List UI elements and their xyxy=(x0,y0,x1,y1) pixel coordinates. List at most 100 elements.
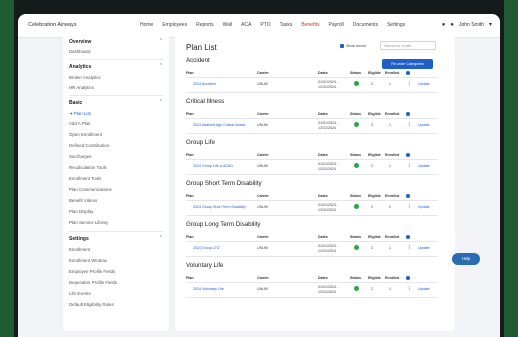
sidebar-item-add-a-plan[interactable]: Add A Plan xyxy=(69,121,90,126)
more-vertical-icon[interactable]: ⋮ xyxy=(407,163,412,169)
row-divider xyxy=(186,297,438,298)
row-divider xyxy=(186,133,438,134)
chevron-up-icon[interactable]: ⌃ xyxy=(159,63,163,69)
chevron-up-icon[interactable]: ⌃ xyxy=(159,99,163,105)
more-vertical-icon[interactable]: ⋮ xyxy=(407,286,412,292)
bell-icon[interactable]: ● xyxy=(442,22,446,28)
nav-benefits[interactable]: Benefits xyxy=(301,22,319,28)
more-vertical-icon[interactable]: ⋮ xyxy=(407,122,412,128)
sidebar-section-basic[interactable]: Basic xyxy=(69,100,82,106)
col-header-status: Status xyxy=(350,276,361,280)
chevron-down-icon[interactable]: ▾ xyxy=(489,21,492,28)
enrolled-count: 1 xyxy=(389,123,391,127)
brand-name[interactable]: Celebration Airways xyxy=(28,22,77,28)
plan-link[interactable]: 2024 Group LTD xyxy=(193,246,220,250)
sidebar-item-recalculation-tools[interactable]: Recalculation Tools xyxy=(69,165,107,170)
pin-icon[interactable]: ● xyxy=(450,22,454,28)
sidebar-section-analytics[interactable]: Analytics xyxy=(69,64,91,70)
nav-pto[interactable]: PTO xyxy=(260,22,270,28)
header-divider xyxy=(186,118,438,119)
chevron-up-icon[interactable]: ⌃ xyxy=(159,38,163,44)
status-check-icon xyxy=(354,286,359,291)
sidebar-item-defined-contribution[interactable]: Defined Contribution xyxy=(69,143,109,148)
info-icon[interactable] xyxy=(406,235,410,239)
carrier-cell: UNUM xyxy=(257,287,268,291)
sidebar-divider xyxy=(69,95,163,96)
more-vertical-icon[interactable]: ⋮ xyxy=(407,81,412,87)
reorder-categories-button[interactable]: Re-order Categories xyxy=(382,59,433,69)
status-check-icon xyxy=(354,122,359,127)
sidebar-item-benefit-videos[interactable]: Benefit Videos xyxy=(69,198,97,203)
nav-tasks[interactable]: Tasks xyxy=(280,22,293,28)
update-link[interactable]: Update xyxy=(418,123,430,127)
date-end: 12/31/2024 xyxy=(318,166,336,171)
info-icon[interactable] xyxy=(406,194,410,198)
nav-payroll[interactable]: Payroll xyxy=(328,22,343,28)
row-divider xyxy=(186,174,438,175)
sidebar-item-plan-communications[interactable]: Plan Communications xyxy=(69,187,112,192)
plan-link[interactable]: 2024 Group Life & AD&D xyxy=(193,164,233,168)
sidebar-item-broker-analytics[interactable]: Broker Analytics xyxy=(69,75,100,80)
col-header-enrolled: Enrolled xyxy=(385,276,400,280)
sidebar-item-dashboard[interactable]: Dashboard xyxy=(69,49,90,54)
sidebar-item-enrollment[interactable]: Enrollment xyxy=(69,247,90,252)
info-icon[interactable] xyxy=(406,276,410,280)
eligible-count: 2 xyxy=(371,205,373,209)
sidebar-section-settings[interactable]: Settings xyxy=(69,236,89,242)
sidebar-item-plan-service-library[interactable]: Plan Service Library xyxy=(69,220,108,225)
sidebar-item-dependent-profile-fields[interactable]: Dependent Profile Fields xyxy=(69,280,117,285)
checkbox-icon[interactable] xyxy=(340,44,344,48)
sidebar-item-open-enrollment[interactable]: Open Enrollment xyxy=(69,132,102,137)
sidebar-section-overview[interactable]: Overview xyxy=(69,39,91,45)
carrier-cell: UNUM xyxy=(257,123,268,127)
sidebar-item-hr-analytics[interactable]: HR Analytics xyxy=(69,85,94,90)
plan-link[interactable]: 2024 Group Short Term Disability xyxy=(193,205,246,209)
nav-settings[interactable]: Settings xyxy=(387,22,405,28)
update-link[interactable]: Update xyxy=(418,164,430,168)
plan-link[interactable]: 2024 Voluntary Life xyxy=(193,287,224,291)
update-link[interactable]: Update xyxy=(418,246,430,250)
col-header-status: Status xyxy=(350,194,361,198)
sidebar-item-plan-list[interactable]: ➜ Plan List xyxy=(69,111,91,117)
nav-wall[interactable]: Wall xyxy=(223,22,233,28)
user-area: ● ● John Smith ▾ xyxy=(442,21,492,29)
sidebar-item-enrollment-window[interactable]: Enrollment Window xyxy=(69,258,107,263)
sidebar-item-default-eligibility-rules[interactable]: Default Eligibility Rules xyxy=(69,302,114,307)
more-vertical-icon[interactable]: ⋮ xyxy=(407,204,412,210)
category-title: Group Long Term Disability xyxy=(186,221,261,228)
nav-employees[interactable]: Employees xyxy=(162,22,187,28)
chevron-up-icon[interactable]: ⌃ xyxy=(159,235,163,241)
sidebar-item-surcharges[interactable]: Surcharges xyxy=(69,154,91,159)
nav-home[interactable]: Home xyxy=(140,22,153,28)
category-title: Group Short Term Disability xyxy=(186,180,262,187)
enrolled-count: 1 xyxy=(389,287,391,291)
header-divider xyxy=(186,200,438,201)
update-link[interactable]: Update xyxy=(418,287,430,291)
show-recent-toggle[interactable]: Show recent xyxy=(340,44,366,48)
date-end: 12/31/2024 xyxy=(318,289,336,294)
sidebar-item-employee-profile-fields[interactable]: Employee Profile Fields xyxy=(69,269,115,274)
col-header-dates: Dates xyxy=(318,153,328,157)
sidebar-item-life-events[interactable]: Life Events xyxy=(69,291,91,296)
col-header-plan: Plan xyxy=(186,112,194,116)
user-menu[interactable]: John Smith xyxy=(459,22,484,28)
info-icon[interactable] xyxy=(406,71,410,75)
col-header-enrolled: Enrolled xyxy=(385,71,400,75)
sidebar-item-enrollment-tools[interactable]: Enrollment Tools xyxy=(69,176,101,181)
col-header-plan: Plan xyxy=(186,153,194,157)
more-vertical-icon[interactable]: ⋮ xyxy=(407,245,412,251)
status-check-icon xyxy=(354,204,359,209)
info-icon[interactable] xyxy=(406,112,410,116)
plan-link[interactable]: 2024 Accident xyxy=(193,82,216,86)
nav-documents[interactable]: Documents xyxy=(353,22,378,28)
search-input[interactable]: Search for a plan... xyxy=(380,41,436,50)
update-link[interactable]: Update xyxy=(418,82,430,86)
sidebar-item-plan-display[interactable]: Plan Display xyxy=(69,209,93,214)
nav-aca[interactable]: ACA xyxy=(241,22,251,28)
help-button[interactable]: Help xyxy=(452,253,480,265)
update-link[interactable]: Update xyxy=(418,205,430,209)
nav-reports[interactable]: Reports xyxy=(196,22,214,28)
plan-link[interactable]: 2024 Attained Age Critical Illness xyxy=(193,123,245,127)
col-header-eligible: Eligible xyxy=(368,194,381,198)
info-icon[interactable] xyxy=(406,153,410,157)
